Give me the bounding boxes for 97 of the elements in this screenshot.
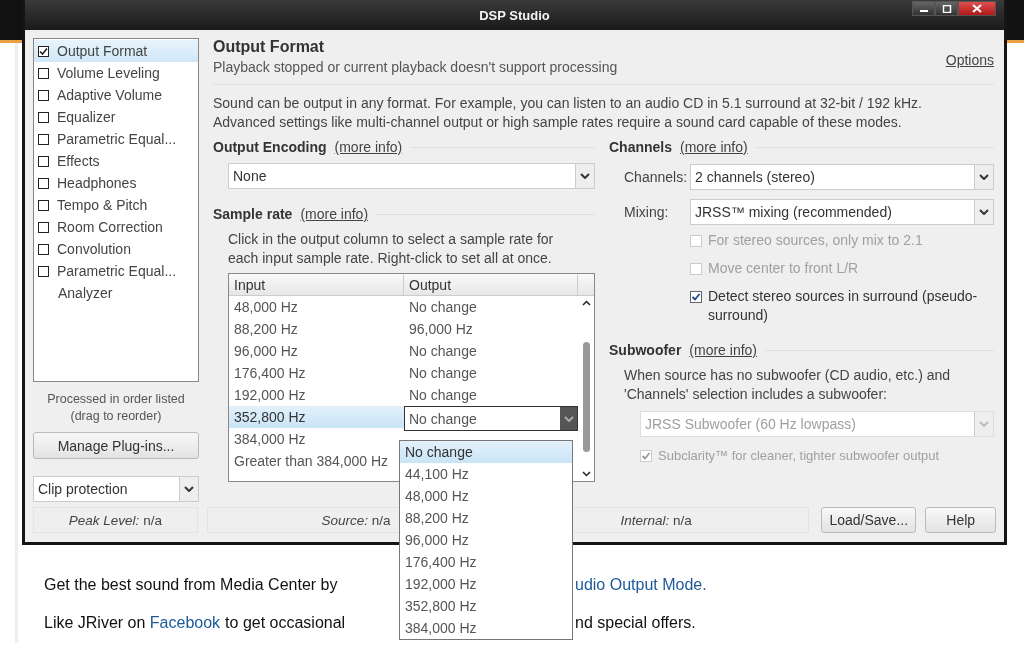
maximize-button[interactable] xyxy=(935,1,958,16)
plugin-item[interactable]: Equalizer xyxy=(34,106,198,128)
dropdown-option[interactable]: 384,000 Hz xyxy=(400,617,572,639)
checkbox[interactable] xyxy=(38,221,49,233)
caret-icon xyxy=(979,174,989,180)
checkbox[interactable] xyxy=(38,177,49,189)
section-title: Output Format xyxy=(213,38,326,56)
channel-select[interactable]: JRSS™ mixing (recommended) xyxy=(690,199,994,225)
help-button[interactable]: Help xyxy=(925,507,996,533)
plugin-item[interactable]: Adaptive Volume xyxy=(34,84,198,106)
scroll-up-icon[interactable] xyxy=(581,300,591,306)
group-heading: Subwoofer xyxy=(609,342,682,358)
page-link[interactable]: Facebook xyxy=(149,614,221,632)
channel-select[interactable]: 2 channels (stereo) xyxy=(690,164,994,190)
check-icon xyxy=(691,292,701,302)
table-cell[interactable]: 192,000 Hz xyxy=(229,384,404,406)
plugin-item[interactable]: Output Format xyxy=(34,40,198,62)
status-text: Playback stopped or current playback doesn't support processing xyxy=(213,59,618,75)
table-cell[interactable]: No change xyxy=(404,340,578,362)
plugin-item[interactable]: Parametric Equal... xyxy=(34,128,198,150)
more-info-link[interactable]: (more info) xyxy=(334,139,403,155)
checkbox[interactable] xyxy=(38,45,49,57)
page-text: nd special offers. xyxy=(575,614,696,632)
checkbox[interactable] xyxy=(38,111,49,123)
table-cell[interactable]: 48,000 Hz xyxy=(229,296,404,318)
subwoofer-text: When source has no subwoofer (CD audio, etc.) and xyxy=(624,367,952,383)
plugin-item[interactable]: Effects xyxy=(34,150,198,172)
table-cell[interactable]: No change xyxy=(404,296,578,318)
dropdown-option[interactable]: 176,400 Hz xyxy=(400,551,572,573)
window-title: DSP Studio xyxy=(479,7,550,23)
plugin-item[interactable]: Room Correction xyxy=(34,216,198,238)
checkbox[interactable] xyxy=(38,155,49,167)
close-button[interactable] xyxy=(958,1,996,16)
dropdown-option[interactable]: No change xyxy=(400,441,572,463)
page-text: Get the best sound from Media Center by xyxy=(44,576,338,594)
description-text: Sound can be output in any format. For example, you can listen to an audio CD in 5.1 surround at 32-bit / 192 kHz. xyxy=(213,95,923,111)
help-text: each input sample rate. Right-click to set all at once. xyxy=(228,250,553,266)
table-cell[interactable]: No change xyxy=(404,362,578,384)
table-cell[interactable]: 352,800 Hz xyxy=(229,406,404,428)
plugin-item[interactable]: Parametric Equal... xyxy=(34,260,198,282)
field-label: Channels: xyxy=(624,169,689,185)
help-text: Click in the output column to select a sample rate for xyxy=(228,231,555,247)
encoding-select[interactable]: None xyxy=(228,163,595,189)
note-text: (drag to reorder) xyxy=(70,409,162,423)
close-icon xyxy=(972,4,982,13)
checkbox[interactable] xyxy=(38,89,49,101)
table-cell[interactable]: 176,400 Hz xyxy=(229,362,404,384)
checkbox[interactable] xyxy=(38,67,49,79)
plugin-item[interactable]: Analyzer xyxy=(34,282,198,304)
dropdown-option[interactable]: 352,800 Hz xyxy=(400,595,572,617)
group-heading: Sample rate xyxy=(213,206,293,222)
output-select[interactable]: No change xyxy=(404,406,578,431)
column-header[interactable]: Input xyxy=(229,274,404,295)
caret-icon xyxy=(184,486,194,492)
checkbox[interactable] xyxy=(38,243,49,255)
plugin-item[interactable]: Headphones xyxy=(34,172,198,194)
group-heading: Channels xyxy=(609,139,672,155)
page-text: to get occasional xyxy=(225,614,346,632)
caret-icon xyxy=(979,209,989,215)
caret-icon xyxy=(563,415,574,422)
plugin-item[interactable]: Tempo & Pitch xyxy=(34,194,198,216)
caret-icon xyxy=(979,421,989,427)
scroll-down-icon[interactable] xyxy=(581,471,591,477)
load-save-button[interactable]: Load/Save... xyxy=(821,507,917,533)
page-text: Like JRiver on xyxy=(44,614,147,632)
table-cell[interactable]: 96,000 Hz xyxy=(229,340,404,362)
column-header[interactable]: Output xyxy=(404,274,578,295)
page-link[interactable]: udio Output Mode. xyxy=(575,576,707,594)
checkbox[interactable] xyxy=(38,133,49,145)
dropdown-option[interactable]: 44,100 Hz xyxy=(400,463,572,485)
more-info-link[interactable]: (more info) xyxy=(680,139,748,155)
caret-icon xyxy=(580,173,590,179)
manage-plugins-button[interactable]: Manage Plug-ins... xyxy=(33,432,199,459)
maximize-icon xyxy=(941,4,952,13)
dropdown-option[interactable]: 192,000 Hz xyxy=(400,573,572,595)
option-checkbox[interactable]: Detect stereo sources in surround (pseudo-surround) xyxy=(690,289,994,325)
table-cell[interactable]: 96,000 Hz xyxy=(404,318,578,340)
note-text: Processed in order listed xyxy=(47,392,185,406)
more-info-link[interactable]: (more info) xyxy=(689,342,758,358)
table-cell[interactable]: 88,200 Hz xyxy=(229,318,404,340)
subwoofer-text: 'Channels' selection includes a subwoofer: xyxy=(624,386,888,402)
minimize-button[interactable] xyxy=(912,1,935,16)
options-link[interactable]: Options xyxy=(945,52,994,75)
field-label: Mixing: xyxy=(624,204,670,220)
description-text: Advanced settings like multi-channel output or high sample rates require a sound card capable of these modes. xyxy=(213,114,903,130)
plugin-item[interactable]: Volume Leveling xyxy=(34,62,198,84)
plugin-item[interactable]: Convolution xyxy=(34,238,198,260)
more-info-link[interactable]: (more info) xyxy=(300,206,369,222)
check-icon xyxy=(39,46,48,56)
check-icon xyxy=(641,451,651,461)
peak-level-text: Peak Level: n/a xyxy=(33,507,198,533)
checkbox[interactable] xyxy=(38,265,49,277)
group-heading: Output Encoding xyxy=(213,139,327,155)
clip-protection-select[interactable]: Clip protection xyxy=(33,476,199,502)
table-cell[interactable]: No change xyxy=(404,384,578,406)
checkbox[interactable] xyxy=(38,199,49,211)
dropdown-option[interactable]: 48,000 Hz xyxy=(400,485,572,507)
